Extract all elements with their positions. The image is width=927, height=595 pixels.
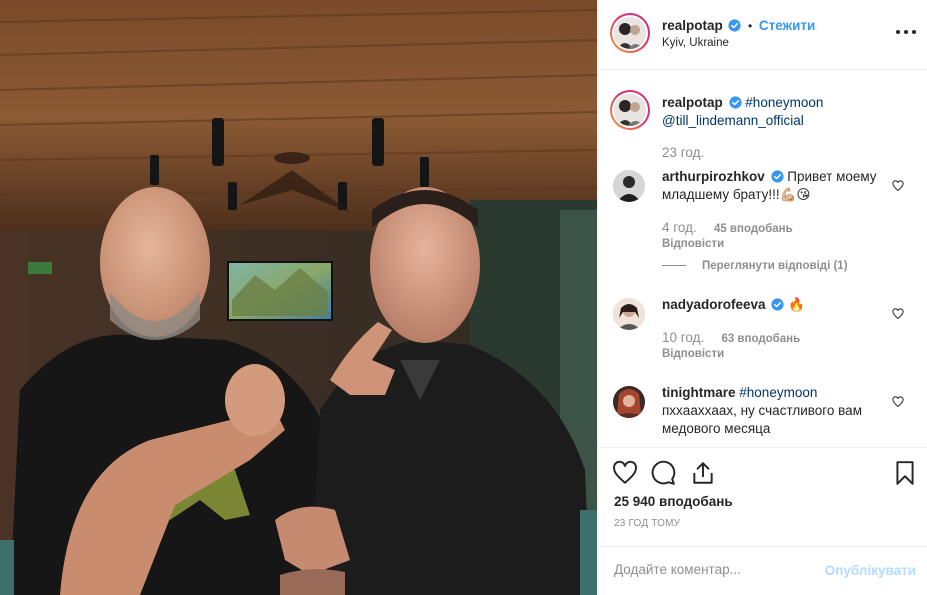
comment-likes[interactable]: 63 вподобань: [721, 333, 800, 345]
publish-button[interactable]: Опублікувати: [825, 563, 916, 578]
comment-time[interactable]: 4 год.: [662, 220, 697, 235]
caption-text: realpotap #honeymoon @till_lindemann_off…: [662, 94, 907, 130]
caption-mention[interactable]: @till_lindemann_official: [662, 113, 804, 128]
separator-dot: •: [748, 19, 753, 33]
post-photo[interactable]: [0, 0, 597, 595]
comment-username[interactable]: nadyadorofeeva: [662, 297, 766, 312]
comment-text: nadyadorofeeva 🔥: [662, 296, 892, 314]
add-comment-bar: Опублікувати: [598, 546, 927, 595]
share-icon[interactable]: [690, 460, 716, 486]
action-bar: [598, 448, 927, 500]
comment-body: пхxaaxxaax, ну счастливого вам медового …: [662, 403, 862, 436]
couple-avatar-icon: [614, 94, 646, 126]
caption-author-avatar[interactable]: [610, 90, 650, 130]
post-header: realpotap • Стежити Kyiv, Ukraine: [598, 0, 927, 70]
person-avatar-icon: [613, 386, 645, 418]
more-options-icon[interactable]: [896, 22, 916, 42]
post-side-panel: realpotap • Стежити Kyiv, Ukraine realpo…: [597, 0, 927, 595]
replies-divider: [662, 265, 686, 267]
caption-hashtag[interactable]: #honeymoon: [745, 95, 823, 110]
post-timestamp[interactable]: 23 ГОД ТОМУ: [614, 518, 680, 529]
reply-button[interactable]: Відповісти: [662, 348, 724, 360]
comment-meta: 4 год. 45 вподобань: [662, 220, 793, 235]
photo-illustration: [0, 0, 597, 595]
author-username[interactable]: realpotap: [662, 18, 723, 33]
comment-text: tinightmare #honeymoon пхxaaxxaax, ну сч…: [662, 384, 892, 438]
verified-badge-icon: [771, 298, 784, 311]
comment-time[interactable]: 10 год.: [662, 330, 704, 345]
verified-badge-icon: [770, 170, 784, 183]
couple-avatar-icon: [614, 17, 646, 49]
caption-time[interactable]: 23 год.: [662, 145, 704, 160]
reply-button[interactable]: Відповісти: [662, 238, 724, 250]
comment-username[interactable]: arthurpirozhkov: [662, 169, 765, 184]
flexed-biceps-emoji: 💪🏼: [779, 187, 797, 202]
wink-kiss-emoji: 😘: [796, 187, 811, 202]
heart-icon[interactable]: [892, 180, 904, 192]
follow-button[interactable]: Стежити: [759, 18, 815, 33]
heart-icon[interactable]: [892, 308, 904, 320]
comment-bubble-icon[interactable]: [650, 460, 676, 486]
verified-badge-icon: [728, 96, 742, 109]
post-location[interactable]: Kyiv, Ukraine: [662, 37, 729, 49]
comments-list[interactable]: realpotap #honeymoon @till_lindemann_off…: [598, 70, 927, 448]
view-replies-button[interactable]: Переглянути відповіді (1): [662, 260, 848, 272]
comment-text: arthurpirozhkov Привет моему младшему бр…: [662, 168, 892, 204]
author-avatar[interactable]: [610, 13, 650, 53]
likes-count[interactable]: 25 940 вподобань: [614, 494, 733, 509]
comment-hashtag[interactable]: #honeymoon: [739, 385, 817, 400]
commenter-avatar[interactable]: [613, 170, 645, 202]
verified-badge-icon: [728, 19, 741, 32]
heart-icon[interactable]: [892, 396, 904, 408]
comment-likes[interactable]: 45 вподобань: [714, 223, 793, 235]
view-replies-label: Переглянути відповіді (1): [702, 260, 848, 272]
bookmark-icon[interactable]: [892, 460, 918, 486]
caption-username[interactable]: realpotap: [662, 95, 723, 110]
instagram-post: realpotap • Стежити Kyiv, Ukraine realpo…: [0, 0, 927, 595]
comment-input[interactable]: [614, 562, 824, 577]
commenter-avatar[interactable]: [613, 298, 645, 330]
comment-meta: 10 год. 63 вподобань: [662, 330, 800, 345]
commenter-avatar[interactable]: [613, 386, 645, 418]
fire-emoji: 🔥: [788, 297, 805, 312]
comment-username[interactable]: tinightmare: [662, 385, 736, 400]
person-avatar-icon: [613, 298, 645, 330]
heart-icon[interactable]: [612, 460, 638, 486]
person-avatar-icon: [613, 170, 645, 202]
